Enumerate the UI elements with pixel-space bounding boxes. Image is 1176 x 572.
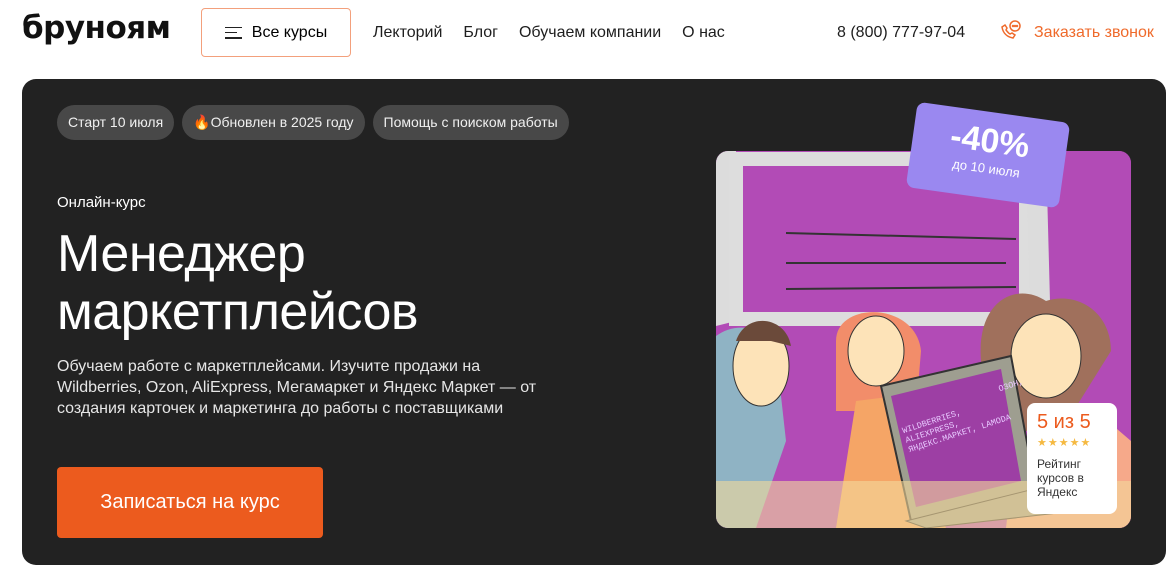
page-title: Менеджер маркетплейсов bbox=[57, 225, 419, 341]
tag-updated: 🔥Обновлен в 2025 году bbox=[182, 105, 365, 140]
nav-about[interactable]: О нас bbox=[682, 24, 725, 42]
phone-link[interactable]: 8 (800) 777-97-04 bbox=[837, 24, 965, 42]
tag-start-date: Старт 10 июля bbox=[57, 105, 175, 140]
title-line-1: Менеджер bbox=[57, 225, 306, 283]
tag-job-help: Помощь с поиском работы bbox=[372, 105, 569, 140]
main-nav: Лекторий Блог Обучаем компании О нас bbox=[373, 24, 725, 42]
course-kicker: Онлайн-курс bbox=[57, 194, 146, 211]
all-courses-button[interactable]: Все курсы bbox=[201, 8, 351, 57]
logo[interactable]: бруноям bbox=[22, 10, 171, 46]
enroll-button[interactable]: Записаться на курс bbox=[57, 467, 323, 538]
course-description: Обучаем работе с маркетплейсами. Изучите… bbox=[57, 358, 537, 417]
tag-list: Старт 10 июля 🔥Обновлен в 2025 году Помо… bbox=[57, 105, 569, 140]
nav-companies[interactable]: Обучаем компании bbox=[519, 24, 661, 42]
nav-lectorium[interactable]: Лекторий bbox=[373, 24, 442, 42]
title-line-2: маркетплейсов bbox=[57, 283, 419, 341]
menu-icon bbox=[224, 26, 242, 39]
callback-link[interactable]: Заказать звонок bbox=[1034, 24, 1154, 42]
rating-score: 5 из 5 bbox=[1037, 411, 1091, 433]
site-header: бруноям Все курсы Лекторий Блог Обучаем … bbox=[0, 0, 1176, 66]
stars-icon: ★★★★★ bbox=[1037, 437, 1092, 449]
rating-card: 5 из 5 ★★★★★ Рейтинг курсов в Яндекс bbox=[1027, 403, 1117, 514]
all-courses-label: Все курсы bbox=[251, 23, 328, 41]
rating-label: Рейтинг курсов в Яндекс bbox=[1037, 457, 1084, 499]
phone-chat-icon[interactable] bbox=[998, 19, 1022, 43]
nav-blog[interactable]: Блог bbox=[463, 24, 498, 42]
